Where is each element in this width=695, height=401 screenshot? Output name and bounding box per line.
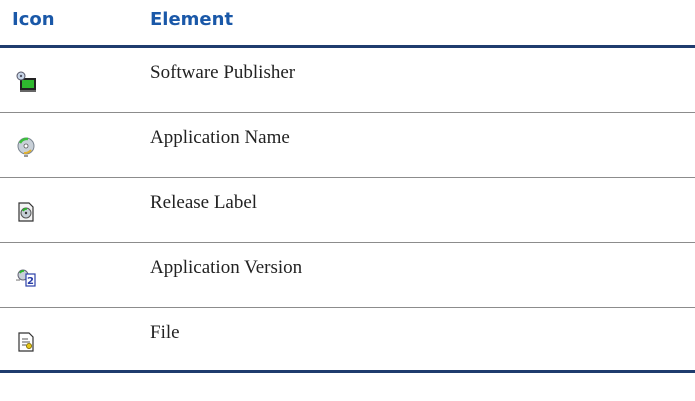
- row-label: Application Version: [150, 257, 303, 278]
- file-icon: [18, 332, 34, 352]
- table-row: Release Label: [0, 178, 695, 243]
- table-row: File: [0, 308, 695, 373]
- application-name-icon: [17, 137, 35, 157]
- svg-text:2: 2: [27, 276, 34, 287]
- application-version-icon: 2: [16, 269, 36, 287]
- release-label-icon: [18, 202, 34, 222]
- table-row: Software Publisher: [0, 48, 695, 113]
- table-row: 2 Application Version: [0, 243, 695, 308]
- row-label: Release Label: [150, 192, 258, 213]
- table-header: Icon Element: [0, 0, 695, 48]
- table-bottom-rule: [0, 370, 695, 373]
- row-label: Software Publisher: [150, 62, 296, 83]
- software-publisher-icon: [16, 71, 36, 92]
- icon-column-header: Icon: [12, 9, 55, 30]
- element-column-header: Element: [150, 9, 234, 30]
- element-icon-table: Icon Element Software Publisher Applicat…: [0, 0, 695, 401]
- table-row: Application Name: [0, 113, 695, 178]
- row-label: Application Name: [150, 127, 290, 148]
- row-label: File: [150, 322, 180, 343]
